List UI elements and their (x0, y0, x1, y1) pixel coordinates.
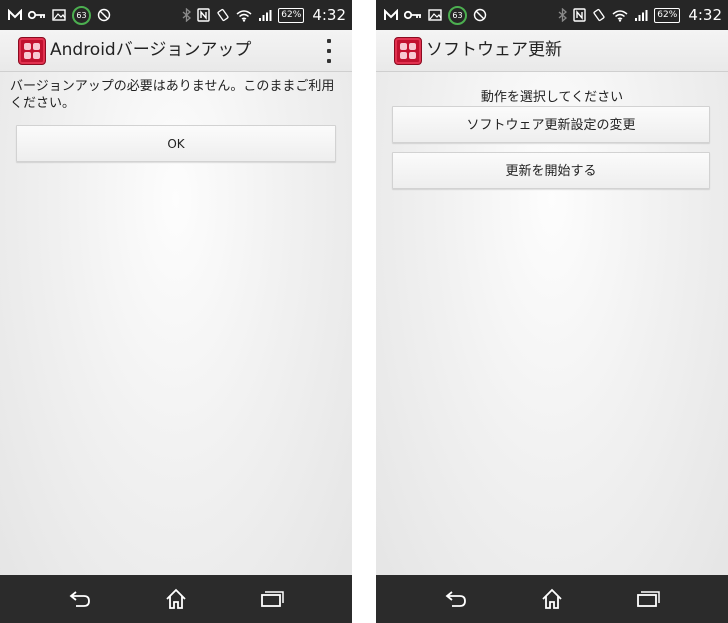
image-icon (52, 9, 66, 21)
recent-apps-icon[interactable] (634, 585, 662, 613)
notification-badge: 63 (72, 5, 91, 25)
action-bar: Androidバージョンアップ (0, 30, 352, 72)
nfc-icon (197, 8, 210, 22)
start-update-button[interactable]: 更新を開始する (392, 152, 710, 189)
signal-icon (258, 9, 272, 22)
overflow-menu-icon[interactable] (324, 39, 334, 63)
rotate-icon (592, 8, 606, 22)
app-icon[interactable] (394, 37, 422, 65)
back-icon[interactable] (442, 585, 470, 613)
home-icon[interactable] (162, 585, 190, 613)
key-icon (28, 10, 46, 20)
gmail-icon (384, 9, 398, 21)
app-icon[interactable] (18, 37, 46, 65)
recent-apps-icon[interactable] (258, 585, 286, 613)
wifi-icon (236, 9, 252, 22)
action-bar: ソフトウェア更新 (376, 30, 728, 72)
status-time: 4:32 (688, 6, 722, 24)
phone-screen-left: 63 62% 4:32 Androidバージョンアップ バージョンアップの必要は… (0, 0, 352, 623)
bluetooth-icon (558, 8, 568, 22)
app-title: Androidバージョンアップ (50, 40, 252, 60)
notification-badge: 63 (448, 5, 467, 25)
battery-icon: 62% (654, 7, 681, 23)
status-bar: 63 62% 4:32 (0, 0, 352, 30)
battery-icon: 62% (278, 7, 305, 23)
signal-icon (634, 9, 648, 22)
phone-screen-right: 63 62% 4:32 ソフトウェア更新 動作を選択してください ソフトウェア更… (376, 0, 728, 623)
gmail-icon (8, 9, 22, 21)
navigation-bar (0, 575, 352, 623)
key-icon (404, 10, 422, 20)
update-settings-button[interactable]: ソフトウェア更新設定の変更 (392, 106, 710, 143)
vibrate-off-icon (473, 8, 487, 22)
navigation-bar (376, 575, 728, 623)
rotate-icon (216, 8, 230, 22)
nfc-icon (573, 8, 586, 22)
status-time: 4:32 (312, 6, 346, 24)
action-prompt: 動作を選択してください (480, 90, 624, 105)
home-icon[interactable] (538, 585, 566, 613)
back-icon[interactable] (66, 585, 94, 613)
image-icon (428, 9, 442, 21)
status-message: バージョンアップの必要はありません。このままご利用ください。 (10, 79, 335, 111)
wifi-icon (612, 9, 628, 22)
ok-button[interactable]: OK (16, 125, 336, 162)
app-title: ソフトウェア更新 (426, 40, 562, 60)
vibrate-off-icon (97, 8, 111, 22)
bluetooth-icon (182, 8, 192, 22)
status-bar: 63 62% 4:32 (376, 0, 728, 30)
